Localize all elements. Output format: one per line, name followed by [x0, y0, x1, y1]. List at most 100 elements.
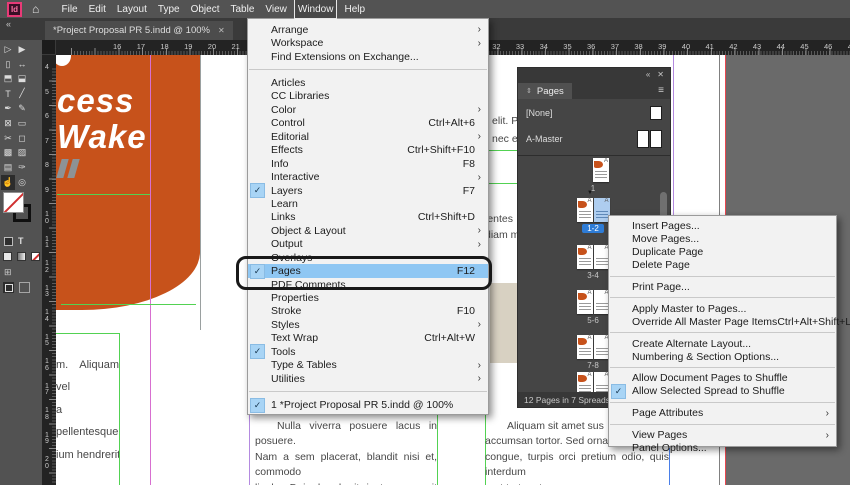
- menu-item-create-alternate-layout[interactable]: Create Alternate Layout...: [609, 337, 836, 350]
- menu-item-allow-selected-spread-to-shuffle[interactable]: ✓ Allow Selected Spread to Shuffle: [609, 383, 836, 399]
- menu-item-page-attributes[interactable]: Page Attributes ›: [609, 407, 836, 420]
- menu-item-output[interactable]: Output ›: [248, 238, 488, 251]
- menu-item-properties[interactable]: Properties: [248, 291, 488, 304]
- menu-item-color[interactable]: Color ›: [248, 103, 488, 116]
- menu-layout[interactable]: Layout: [114, 0, 149, 18]
- menu-item-workspace[interactable]: Workspace ›: [248, 36, 488, 49]
- menu-item-insert-pages[interactable]: Insert Pages...: [609, 220, 836, 233]
- page-tool-icon[interactable]: ▯: [1, 57, 15, 72]
- menu-help[interactable]: Help: [342, 0, 368, 18]
- vertical-ruler[interactable]: 4 5 6 7 8 9 10 11 12 13 14 15 16 17 18 19 20: [42, 55, 56, 485]
- menu-edit[interactable]: Edit: [86, 0, 108, 18]
- view-options-icon[interactable]: ⊞: [4, 267, 12, 278]
- menu-item-view-pages[interactable]: View Pages ›: [609, 429, 836, 442]
- spread-thumbnail-1[interactable]: A: [560, 158, 626, 182]
- master-row-a-master[interactable]: A-Master: [518, 125, 670, 153]
- text-column-middle[interactable]: Nulla viverra posuere lacus in posuere. N…: [255, 419, 437, 485]
- orange-shape[interactable]: cess Wake: [56, 55, 200, 310]
- frame-tool-icon[interactable]: ⊠: [1, 116, 15, 131]
- gap-tool-icon[interactable]: ↔: [15, 57, 29, 72]
- ruler-origin-corner[interactable]: [42, 40, 56, 55]
- menu-item-delete-page[interactable]: Delete Page: [609, 259, 836, 272]
- normal-mode-button[interactable]: [3, 282, 14, 293]
- rectangle-tool-icon[interactable]: ▭: [15, 116, 29, 131]
- pages-panel-tab[interactable]: ⇕ Pages: [518, 83, 572, 99]
- menu-item-cc-libraries[interactable]: CC Libraries: [248, 90, 488, 103]
- page-thumbnail[interactable]: A: [593, 158, 609, 182]
- fill-swatch[interactable]: [3, 192, 24, 213]
- scissors-tool-icon[interactable]: ✂: [1, 131, 15, 146]
- apply-none-button[interactable]: [31, 252, 40, 261]
- menu-table[interactable]: Table: [228, 0, 257, 18]
- menu-item-find-extensions-on-exchange[interactable]: Find Extensions on Exchange...: [248, 50, 488, 63]
- close-panel-icon[interactable]: ✕: [657, 70, 664, 79]
- menu-item-interactive[interactable]: Interactive ›: [248, 170, 488, 183]
- menu-item-learn[interactable]: Learn: [248, 197, 488, 210]
- menu-item-numbering-section-options[interactable]: Numbering & Section Options...: [609, 350, 836, 363]
- menu-item-control[interactable]: Control Ctrl+Alt+6: [248, 117, 488, 130]
- selection-tool-icon[interactable]: ▷: [1, 42, 15, 57]
- collapse-icons-icon[interactable]: «: [646, 70, 650, 79]
- menu-item-styles[interactable]: Styles ›: [248, 318, 488, 331]
- preview-mode-button[interactable]: [19, 282, 30, 293]
- zoom-tool-icon[interactable]: ◎: [15, 175, 29, 190]
- content-placer-tool-icon[interactable]: ⬓: [15, 72, 29, 87]
- menu-item-allow-document-pages-to-shuffle[interactable]: Allow Document Pages to Shuffle: [609, 372, 836, 385]
- apply-gradient-button[interactable]: [17, 252, 26, 261]
- note-tool-icon[interactable]: ▤: [1, 160, 15, 175]
- menu-item-tools[interactable]: ✓ Tools: [248, 344, 488, 360]
- apply-color-button[interactable]: [3, 252, 12, 261]
- menu-item-type-tables[interactable]: Type & Tables ›: [248, 359, 488, 372]
- gradient-feather-tool-icon[interactable]: ▨: [15, 146, 29, 161]
- page-thumbnail[interactable]: A: [576, 198, 593, 222]
- menu-item-panel-options[interactable]: Panel Options...: [609, 442, 836, 455]
- menu-item-1-project-proposal-pr-5-indd-100[interactable]: ✓ 1 *Project Proposal PR 5.indd @ 100%: [248, 397, 488, 413]
- gradient-swatch-tool-icon[interactable]: ▩: [1, 146, 15, 161]
- panel-menu-icon[interactable]: ≡: [652, 85, 670, 96]
- image-frame[interactable]: [490, 283, 518, 363]
- menu-view[interactable]: View: [263, 0, 290, 18]
- free-transform-tool-icon[interactable]: ◻: [15, 131, 29, 146]
- menu-item-articles[interactable]: Articles: [248, 76, 488, 89]
- menu-type[interactable]: Type: [155, 0, 182, 18]
- master-row-none[interactable]: [None]: [518, 101, 670, 125]
- page-thumbnail[interactable]: A: [576, 335, 593, 359]
- menu-item-arrange[interactable]: Arrange ›: [248, 23, 488, 36]
- ruler-guide[interactable]: [57, 194, 150, 195]
- menu-object[interactable]: Object: [188, 0, 222, 18]
- menu-item-move-pages[interactable]: Move Pages...: [609, 233, 836, 246]
- home-icon[interactable]: ⌂: [32, 3, 46, 15]
- type-tool-icon[interactable]: T: [1, 86, 15, 101]
- menu-item-layers[interactable]: ✓ Layers F7: [248, 183, 488, 199]
- apply-to-text-button[interactable]: T: [18, 236, 24, 246]
- pen-tool-icon[interactable]: ✒: [1, 101, 15, 116]
- menu-item-utilities[interactable]: Utilities ›: [248, 372, 488, 385]
- menu-item-editorial[interactable]: Editorial ›: [248, 130, 488, 143]
- menu-item-override-all-master-page-items[interactable]: Override All Master Page Items Ctrl+Alt+S…: [609, 315, 850, 328]
- direct-selection-tool-icon[interactable]: ▶: [15, 42, 29, 57]
- collapse-tools-panel-icon[interactable]: «: [6, 19, 11, 29]
- content-collector-tool-icon[interactable]: ⬒: [1, 72, 15, 87]
- menu-item-links[interactable]: Links Ctrl+Shift+D: [248, 211, 488, 224]
- menu-window[interactable]: Window: [294, 0, 337, 19]
- page-thumbnail[interactable]: A: [576, 372, 593, 392]
- menu-item-object-layout[interactable]: Object & Layout ›: [248, 224, 488, 237]
- close-tab-icon[interactable]: ✕: [218, 26, 225, 35]
- page-thumbnail[interactable]: A: [576, 290, 593, 314]
- menu-file[interactable]: File: [59, 0, 80, 18]
- line-tool-icon[interactable]: ╱: [15, 86, 29, 101]
- menu-item-info[interactable]: Info F8: [248, 157, 488, 170]
- eyedropper-tool-icon[interactable]: ✑: [15, 160, 29, 175]
- menu-item-effects[interactable]: Effects Ctrl+Shift+F10: [248, 144, 488, 157]
- hand-tool-icon[interactable]: ☝: [1, 175, 15, 190]
- apply-to-container-button[interactable]: [4, 236, 13, 246]
- margin-guide[interactable]: [150, 55, 151, 485]
- menu-item-text-wrap[interactable]: Text Wrap Ctrl+Alt+W: [248, 332, 488, 345]
- menu-item-apply-master-to-pages[interactable]: Apply Master to Pages...: [609, 302, 836, 315]
- column-guide[interactable]: [673, 55, 674, 215]
- text-column-left[interactable]: m. Aliquam vel a pellentesque ium hendreri…: [56, 354, 119, 485]
- menu-item-stroke[interactable]: Stroke F10: [248, 305, 488, 318]
- menu-item-duplicate-page[interactable]: Duplicate Page: [609, 246, 836, 259]
- pencil-tool-icon[interactable]: ✎: [15, 101, 29, 116]
- document-tab[interactable]: *Project Proposal PR 5.indd @ 100% ✕: [45, 21, 233, 40]
